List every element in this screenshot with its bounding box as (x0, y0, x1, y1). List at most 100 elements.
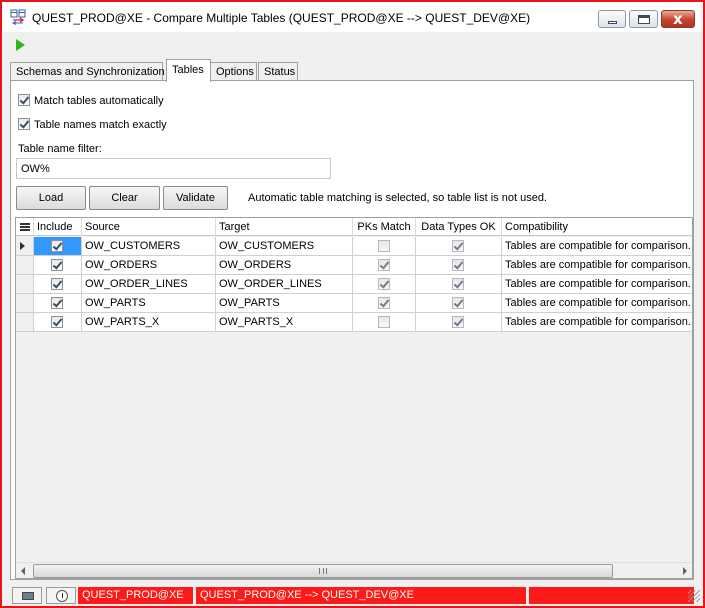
table-names-match-exactly-checkbox[interactable] (18, 118, 30, 130)
data-types-ok-cell (416, 275, 502, 294)
status-comparison: QUEST_PROD@XE --> QUEST_DEV@XE (196, 587, 526, 604)
include-checkbox[interactable] (51, 259, 63, 271)
pks-match-cell (353, 237, 416, 256)
table-row[interactable]: OW_PARTS OW_PARTS Tables are compatible … (16, 294, 692, 313)
compatibility-cell: Tables are compatible for comparison. (502, 256, 692, 275)
table-row[interactable]: OW_PARTS_X OW_PARTS_X Tables are compati… (16, 313, 692, 332)
data-types-ok-cell (416, 313, 502, 332)
include-cell[interactable] (34, 275, 82, 294)
validate-button[interactable]: Validate (163, 186, 228, 210)
pks-match-checkbox (378, 316, 390, 328)
target-cell[interactable]: OW_PARTS_X (216, 313, 353, 332)
include-cell[interactable] (34, 237, 82, 256)
toolbar (2, 32, 703, 58)
title-bar: QUEST_PROD@XE - Compare Multiple Tables … (2, 2, 703, 32)
table-names-match-exactly-label[interactable]: Table names match exactly (34, 119, 167, 131)
include-cell[interactable] (34, 256, 82, 275)
include-checkbox[interactable] (51, 278, 63, 290)
status-connection: QUEST_PROD@XE (78, 587, 193, 604)
row-indicator-cell (16, 294, 34, 313)
load-button[interactable]: Load (16, 186, 86, 210)
include-checkbox[interactable] (51, 240, 63, 252)
compatibility-cell: Tables are compatible for comparison. (502, 313, 692, 332)
status-clock-button[interactable] (46, 587, 76, 604)
target-cell[interactable]: OW_ORDERS (216, 256, 353, 275)
compare-window: QUEST_PROD@XE - Compare Multiple Tables … (0, 0, 705, 608)
pks-match-checkbox (378, 297, 390, 309)
row-indicator-cell (16, 237, 34, 256)
tables-grid: Include Source Target PKs Match Data Typ… (15, 217, 693, 579)
data-types-ok-cell (416, 237, 502, 256)
tab-tables[interactable]: Tables (166, 59, 211, 82)
header-pks-match[interactable]: PKs Match (353, 218, 416, 236)
window-title: QUEST_PROD@XE - Compare Multiple Tables … (32, 11, 531, 25)
grid-menu-icon (20, 223, 30, 231)
table-row[interactable]: OW_ORDERS OW_ORDERS Tables are compatibl… (16, 256, 692, 275)
header-source[interactable]: Source (82, 218, 216, 236)
tab-schemas-and-synchronization[interactable]: Schemas and Synchronization (10, 62, 165, 81)
source-cell[interactable]: OW_ORDER_LINES (82, 275, 216, 294)
data-types-ok-cell (416, 256, 502, 275)
minimize-icon (608, 21, 617, 24)
tab-status[interactable]: Status (258, 62, 298, 81)
pks-match-cell (353, 256, 416, 275)
pks-match-cell (353, 313, 416, 332)
scroll-left-icon[interactable] (16, 563, 32, 578)
run-play-icon[interactable] (16, 39, 25, 51)
scroll-right-icon[interactable] (676, 563, 692, 578)
header-compatibility[interactable]: Compatibility (502, 218, 692, 236)
row-indicator-cell (16, 313, 34, 332)
grid-menu-button[interactable] (16, 218, 34, 236)
pks-match-checkbox (378, 259, 390, 271)
table-compare-icon (10, 9, 26, 25)
row-indicator-cell (16, 256, 34, 275)
data-types-ok-checkbox (452, 316, 464, 328)
include-checkbox[interactable] (51, 297, 63, 309)
resize-grip-icon[interactable] (688, 590, 700, 602)
data-types-ok-checkbox (452, 240, 464, 252)
include-cell[interactable] (34, 313, 82, 332)
row-indicator-cell (16, 275, 34, 294)
status-window-button[interactable] (12, 587, 42, 604)
pks-match-checkbox (378, 278, 390, 290)
header-include[interactable]: Include (34, 218, 82, 236)
include-checkbox[interactable] (51, 316, 63, 328)
clear-button[interactable]: Clear (89, 186, 160, 210)
table-name-filter-input[interactable] (16, 158, 331, 179)
data-types-ok-checkbox (452, 278, 464, 290)
table-name-filter-label: Table name filter: (18, 143, 102, 155)
scrollbar-thumb[interactable] (33, 564, 613, 578)
data-types-ok-checkbox (452, 297, 464, 309)
info-message: Automatic table matching is selected, so… (248, 192, 547, 204)
horizontal-scrollbar[interactable] (16, 562, 692, 578)
source-cell[interactable]: OW_PARTS_X (82, 313, 216, 332)
compatibility-cell: Tables are compatible for comparison. (502, 237, 692, 256)
source-cell[interactable]: OW_PARTS (82, 294, 216, 313)
maximize-button[interactable] (629, 10, 658, 28)
data-types-ok-cell (416, 294, 502, 313)
minimize-button[interactable] (598, 10, 626, 28)
pks-match-cell (353, 294, 416, 313)
clock-icon (56, 590, 68, 602)
maximize-icon (638, 15, 650, 24)
target-cell[interactable]: OW_ORDER_LINES (216, 275, 353, 294)
include-cell[interactable] (34, 294, 82, 313)
target-cell[interactable]: OW_CUSTOMERS (216, 237, 353, 256)
status-extra (529, 587, 694, 604)
close-button[interactable]: x (661, 10, 695, 28)
table-row[interactable]: OW_CUSTOMERS OW_CUSTOMERS Tables are com… (16, 237, 692, 256)
pks-match-checkbox (378, 240, 390, 252)
compatibility-cell: Tables are compatible for comparison. (502, 275, 692, 294)
source-cell[interactable]: OW_ORDERS (82, 256, 216, 275)
compatibility-cell: Tables are compatible for comparison. (502, 294, 692, 313)
match-tables-automatically-checkbox[interactable] (18, 94, 30, 106)
tables-panel: Match tables automatically Table names m… (10, 80, 694, 580)
grid-header: Include Source Target PKs Match Data Typ… (16, 218, 692, 236)
source-cell[interactable]: OW_CUSTOMERS (82, 237, 216, 256)
header-data-types-ok[interactable]: Data Types OK (416, 218, 502, 236)
header-target[interactable]: Target (216, 218, 353, 236)
match-tables-automatically-label[interactable]: Match tables automatically (34, 95, 164, 107)
table-row[interactable]: OW_ORDER_LINES OW_ORDER_LINES Tables are… (16, 275, 692, 294)
tab-options[interactable]: Options (210, 62, 257, 81)
target-cell[interactable]: OW_PARTS (216, 294, 353, 313)
